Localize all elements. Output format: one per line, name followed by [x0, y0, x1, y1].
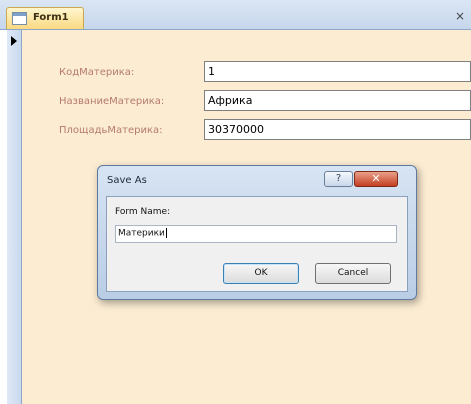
dialog-body: Form Name: Материки OK Cancel — [106, 196, 408, 292]
field-label-ploshad: ПлощадьМатерика: — [59, 125, 163, 136]
ok-button[interactable]: OK — [223, 263, 299, 284]
text-caret — [165, 228, 167, 238]
left-edge — [0, 30, 7, 404]
tab-form1[interactable]: Form1 — [6, 7, 84, 29]
tab-label: Form1 — [33, 12, 69, 23]
field-label-nazvanie: НазваниеМатерика: — [59, 96, 165, 107]
form-icon — [12, 12, 27, 25]
document-tab-strip: Form1 × — [0, 0, 471, 30]
form-name-input[interactable]: Материки — [115, 225, 397, 243]
current-record-arrow-icon — [11, 36, 17, 46]
help-icon: ? — [335, 173, 342, 184]
record-selector[interactable] — [7, 30, 22, 404]
field-input-nazvanie[interactable]: Африка — [204, 90, 471, 111]
field-input-ploshad[interactable]: 30370000 — [204, 119, 471, 140]
form-name-label: Form Name: — [115, 207, 171, 217]
close-icon: ✕ — [371, 172, 381, 185]
save-as-dialog: Save As ? ✕ Form Name: Материки OK Cance… — [97, 165, 417, 300]
form-name-value: Материки — [118, 228, 165, 239]
help-button[interactable]: ? — [324, 171, 353, 187]
field-input-kod[interactable]: 1 — [204, 61, 471, 82]
field-label-kod: КодМатерика: — [59, 67, 135, 78]
dialog-title: Save As — [107, 175, 147, 186]
cancel-button[interactable]: Cancel — [315, 263, 391, 284]
close-tab-icon[interactable]: × — [455, 9, 465, 23]
dialog-close-button[interactable]: ✕ — [354, 171, 398, 187]
